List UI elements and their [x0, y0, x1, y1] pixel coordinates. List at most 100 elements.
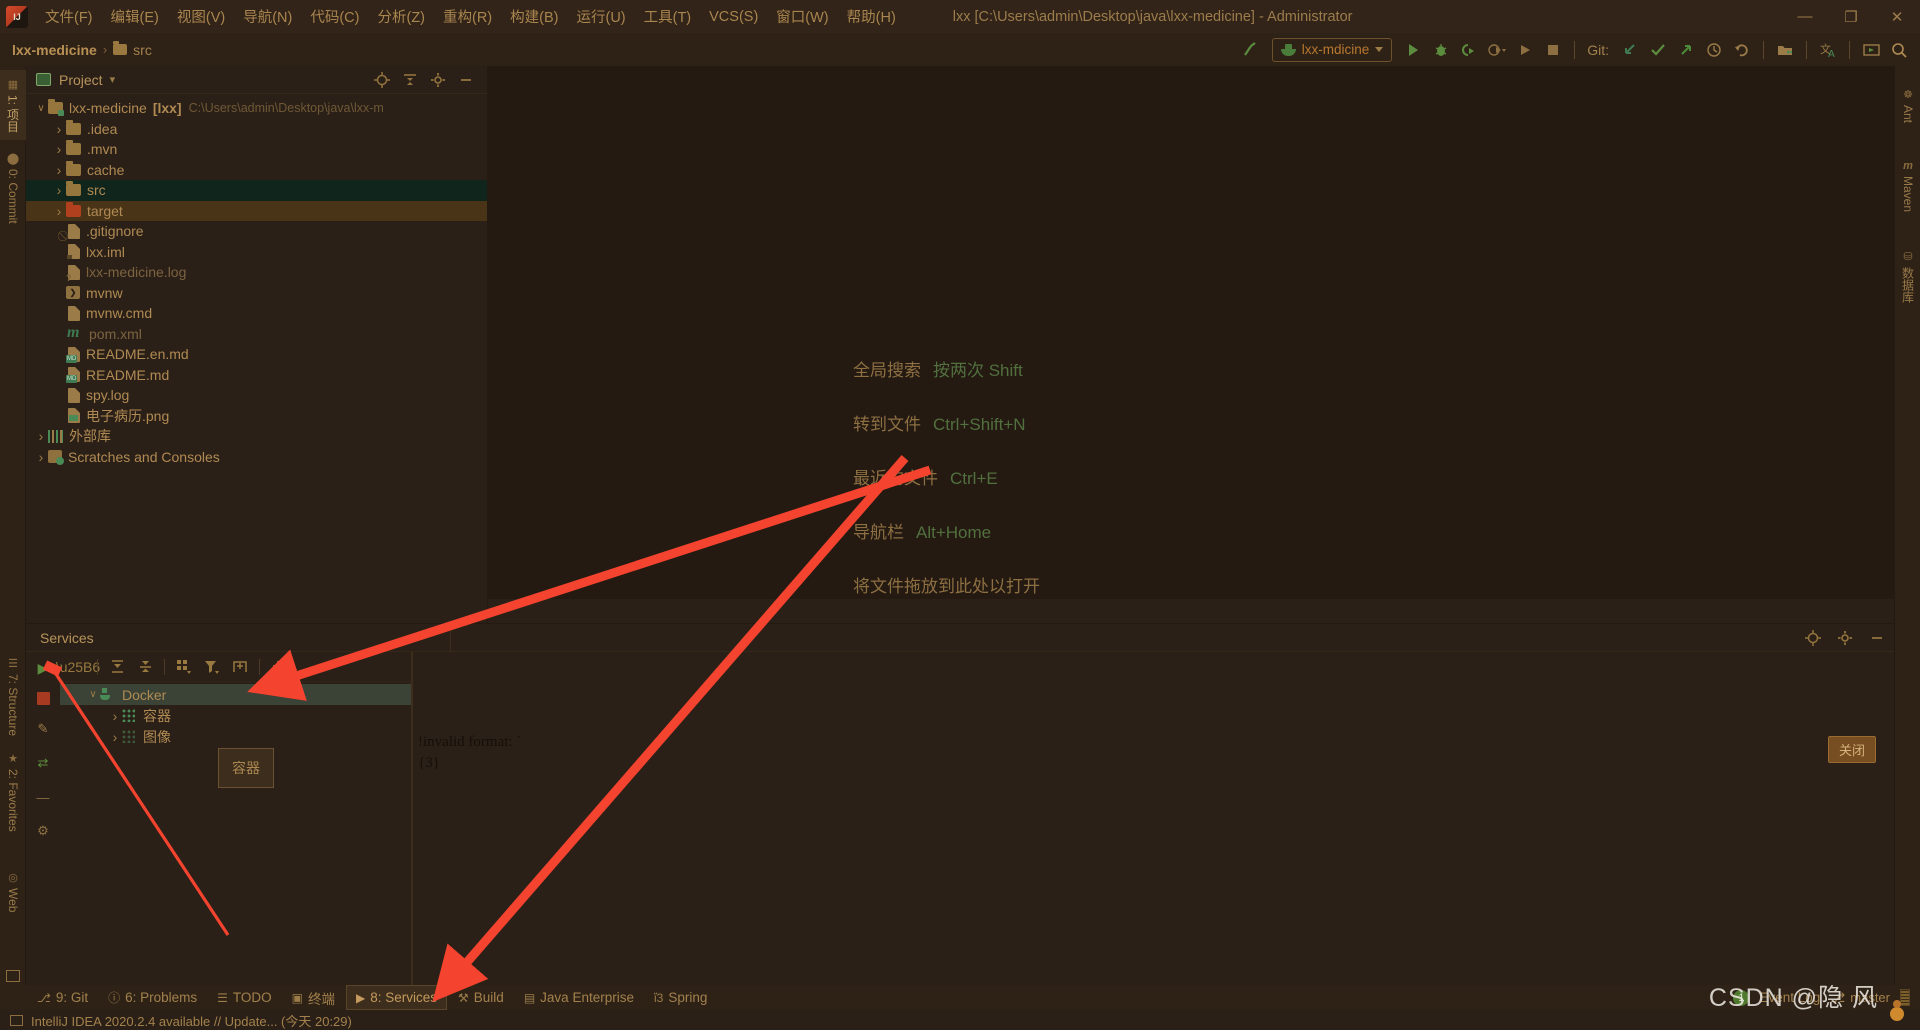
edit-configuration-icon[interactable]: ✎	[33, 719, 53, 739]
tree-toggle-collapsed-icon[interactable]	[34, 449, 48, 465]
remove-icon[interactable]: —	[33, 787, 53, 807]
project-tree-row[interactable]: lxx.iml	[26, 242, 487, 263]
project-tree-row[interactable]: pom.xml	[26, 324, 487, 345]
project-tree-row[interactable]: README.en.md	[26, 344, 487, 365]
services-locate-icon[interactable]	[1804, 629, 1822, 647]
services-tree-row[interactable]: 容器	[60, 705, 411, 726]
project-tree-row[interactable]: spy.log	[26, 385, 487, 406]
tree-toggle-collapsed-icon[interactable]	[52, 162, 66, 178]
bottom-tab-spring[interactable]: ἴ3 Spring	[645, 985, 716, 1010]
stop-icon[interactable]	[1540, 37, 1566, 63]
bottom-tab-problems[interactable]: ⓘ 6: Problems	[99, 985, 206, 1010]
git-history-icon[interactable]	[1701, 37, 1727, 63]
show-in-explorer-icon[interactable]	[1772, 37, 1798, 63]
tree-toggle-collapsed-icon[interactable]	[108, 708, 122, 724]
bottom-tab-git[interactable]: ⎇ 9: Git	[28, 985, 97, 1010]
hide-panel-icon[interactable]	[457, 71, 475, 89]
tree-toggle-collapsed-icon[interactable]	[34, 428, 48, 444]
project-tree-row[interactable]: mvnw	[26, 283, 487, 304]
project-tree-row[interactable]: .mvn	[26, 139, 487, 160]
git-rollback-icon[interactable]	[1729, 37, 1755, 63]
tree-toggle-expanded-icon[interactable]	[86, 689, 100, 700]
collapse-all-icon[interactable]	[131, 655, 159, 679]
hide-windows-icon[interactable]	[6, 970, 20, 982]
sidebar-item-database[interactable]: ⛁ 数据库	[1895, 242, 1920, 311]
translate-icon[interactable]: 文A	[1815, 37, 1841, 63]
editor-empty-area[interactable]: 全局搜索 按两次 Shift 转到文件 Ctrl+Shift+N 最近的文件 Ctrl+E…	[488, 66, 1894, 599]
menu-edit[interactable]: 编辑(E)	[102, 2, 168, 31]
menu-window[interactable]: 窗口(W)	[767, 2, 837, 31]
project-tree-row[interactable]: .idea	[26, 119, 487, 140]
minimize-button[interactable]: —	[1782, 0, 1828, 33]
project-tree-row[interactable]: mvnw.cmd	[26, 303, 487, 324]
git-update-icon[interactable]	[1617, 37, 1643, 63]
project-tree[interactable]: lxx-medicine [lxx] C:\Users\admin\Desktop\…	[26, 94, 487, 594]
gear-icon[interactable]	[429, 71, 447, 89]
bottom-tab-todo[interactable]: ☰ TODO	[208, 985, 281, 1010]
project-tree-row[interactable]: src	[26, 180, 487, 201]
presentation-icon[interactable]	[1858, 37, 1884, 63]
close-button[interactable]: 关闭	[1827, 736, 1876, 763]
close-window-button[interactable]: ✕	[1874, 0, 1920, 33]
maximize-button[interactable]: ❐	[1828, 0, 1874, 33]
debug-icon[interactable]	[1428, 37, 1454, 63]
sidebar-item-maven[interactable]: m Maven	[1895, 152, 1920, 220]
sidebar-item-project[interactable]: ▦ 1: 项目	[0, 70, 26, 141]
build-hammer-icon[interactable]	[1238, 37, 1264, 63]
menu-view[interactable]: 视图(V)	[168, 2, 234, 31]
menu-run[interactable]: 运行(U)	[567, 2, 634, 31]
services-hide-icon[interactable]	[1868, 629, 1886, 647]
services-gear-icon[interactable]	[1836, 629, 1854, 647]
menu-tools[interactable]: 工具(T)	[635, 2, 701, 31]
project-tree-row[interactable]: .gitignore	[26, 221, 487, 242]
chevron-down-icon[interactable]: ▾	[110, 73, 116, 86]
project-tree-row[interactable]: target	[26, 200, 487, 221]
collapse-all-icon[interactable]	[401, 71, 419, 89]
tree-toggle-collapsed-icon[interactable]	[108, 729, 122, 745]
menu-navigate[interactable]: 导航(N)	[234, 2, 301, 31]
sidebar-item-favorites[interactable]: ★ 2: Favorites	[0, 744, 26, 840]
profiler-icon[interactable]	[1484, 37, 1510, 63]
run-all-icon[interactable]: \u25B6	[56, 655, 100, 679]
project-tree-row[interactable]: lxx-medicine.log	[26, 262, 487, 283]
project-tree-row[interactable]: cache	[26, 160, 487, 181]
sidebar-item-ant[interactable]: ☸ Ant	[1895, 80, 1920, 131]
tree-toggle-collapsed-icon[interactable]	[52, 121, 66, 137]
tree-toggle-expanded-icon[interactable]	[34, 103, 48, 114]
stop-service-icon[interactable]	[36, 692, 50, 705]
menu-analyze[interactable]: 分析(Z)	[368, 2, 434, 31]
services-tree-row[interactable]: 图像	[60, 726, 411, 747]
git-push-icon[interactable]	[1673, 37, 1699, 63]
project-tree-row[interactable]: 电子病历.png	[26, 406, 487, 427]
menu-vcs[interactable]: VCS(S)	[700, 5, 767, 29]
services-tree[interactable]: Docker 容器图像	[60, 682, 411, 747]
sidebar-item-commit[interactable]: ⬤ 0: Commit	[0, 144, 26, 232]
breadcrumb-project[interactable]: lxx-medicine	[12, 42, 97, 58]
bottom-tab-终端[interactable]: ▣ 终端	[283, 985, 344, 1010]
run-service-icon[interactable]: ▶	[33, 658, 53, 678]
menu-build[interactable]: 构建(B)	[501, 2, 567, 31]
bottom-tab-services[interactable]: ▶ 8: Services	[346, 985, 448, 1010]
settings-icon[interactable]: ⚙	[33, 821, 53, 841]
project-tree-row[interactable]: lxx-medicine [lxx] C:\Users\admin\Desktop\…	[26, 98, 487, 119]
menu-help[interactable]: 帮助(H)	[838, 2, 905, 31]
status-message[interactable]: IntelliJ IDEA 2020.2.4 available // Upda…	[31, 1011, 352, 1030]
tree-toggle-collapsed-icon[interactable]	[52, 203, 66, 219]
group-by-icon[interactable]	[170, 655, 198, 679]
tree-toggle-collapsed-icon[interactable]	[52, 182, 66, 198]
breadcrumb-file[interactable]: src	[133, 42, 152, 58]
search-everywhere-icon[interactable]	[1886, 37, 1912, 63]
services-tree-row[interactable]: Docker	[60, 684, 411, 705]
menu-file[interactable]: 文件(F)	[36, 2, 102, 31]
deploy-icon[interactable]: ⇄	[33, 753, 53, 773]
bottom-tab-build[interactable]: ⚒ Build	[449, 985, 513, 1010]
select-opened-file-icon[interactable]	[373, 71, 391, 89]
tree-toggle-collapsed-icon[interactable]	[52, 141, 66, 157]
git-commit-icon[interactable]	[1645, 37, 1671, 63]
pane-divider[interactable]	[412, 652, 413, 991]
run-configuration-selector[interactable]: lxx-mdicine	[1271, 37, 1393, 62]
expand-all-icon[interactable]	[103, 655, 131, 679]
run-icon[interactable]	[1400, 37, 1426, 63]
project-tree-row[interactable]: README.md	[26, 365, 487, 386]
sidebar-item-web[interactable]: ◎ Web	[0, 863, 26, 920]
